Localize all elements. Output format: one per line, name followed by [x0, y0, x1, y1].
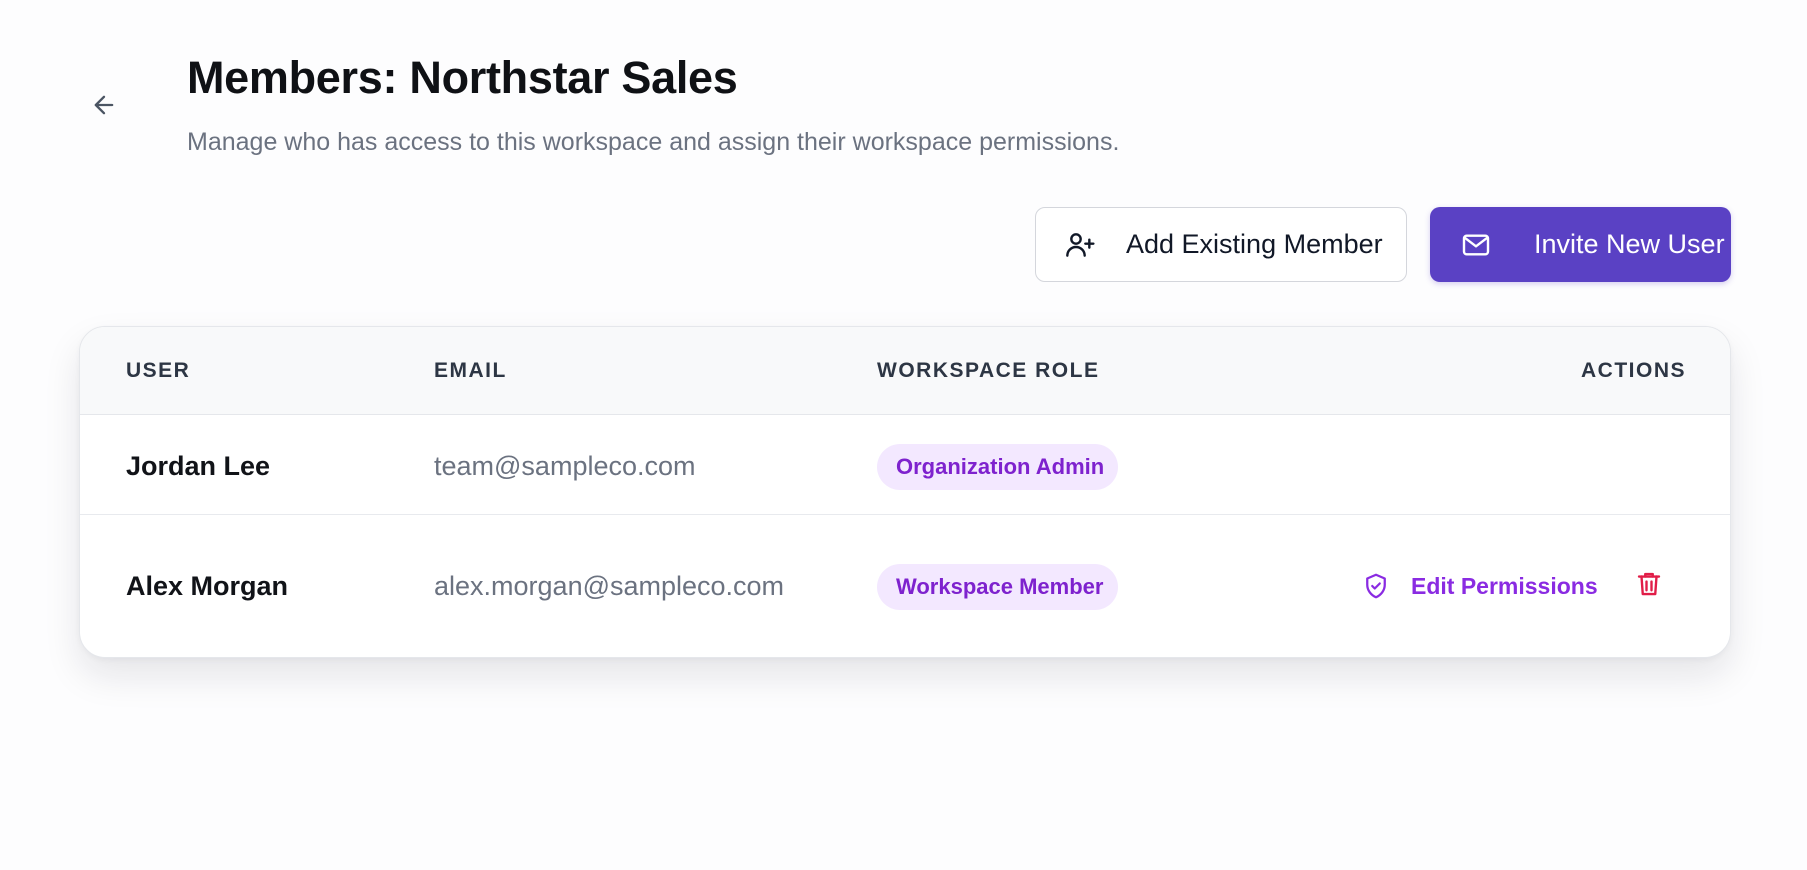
- members-page: Members: Northstar Sales Manage who has …: [0, 0, 1807, 870]
- back-button[interactable]: [82, 85, 126, 129]
- edit-permissions-label: Edit Permissions: [1411, 572, 1598, 599]
- add-existing-member-label: Add Existing Member: [1126, 229, 1383, 259]
- member-name: Jordan Lee: [126, 451, 271, 481]
- table-row: Alex Morgan alex.morgan@sampleco.com Wor…: [80, 516, 1730, 657]
- member-email: team@sampleco.com: [434, 451, 696, 481]
- table-row: Jordan Lee team@sampleco.com Organizatio…: [80, 415, 1730, 515]
- invite-new-user-label: Invite New User: [1534, 229, 1725, 259]
- arrow-left-icon: [90, 91, 118, 124]
- column-header-actions: ACTIONS: [1581, 359, 1686, 382]
- members-table: USER EMAIL WORKSPACE ROLE ACTIONS Jordan…: [79, 326, 1731, 658]
- page-title: Members: Northstar Sales: [187, 52, 738, 103]
- add-existing-member-button[interactable]: Add Existing Member: [1035, 207, 1407, 282]
- column-header-user: USER: [126, 359, 191, 382]
- edit-permissions-button[interactable]: Edit Permissions: [1361, 566, 1598, 606]
- role-badge: Workspace Member: [877, 564, 1118, 610]
- column-header-email: EMAIL: [434, 359, 507, 382]
- member-name: Alex Morgan: [126, 571, 289, 601]
- user-plus-icon: [1064, 229, 1096, 261]
- invite-new-user-button[interactable]: Invite New User: [1430, 207, 1731, 282]
- delete-member-button[interactable]: [1629, 566, 1669, 606]
- column-header-workspace-role: WORKSPACE ROLE: [877, 359, 1100, 382]
- table-header: USER EMAIL WORKSPACE ROLE ACTIONS: [80, 327, 1730, 415]
- role-badge: Organization Admin: [877, 444, 1118, 490]
- mail-icon: [1460, 229, 1492, 261]
- member-email: alex.morgan@sampleco.com: [434, 571, 785, 601]
- page-subtitle: Manage who has access to this workspace …: [187, 128, 1120, 156]
- shield-check-icon: [1361, 571, 1391, 601]
- trash-icon: [1634, 569, 1664, 604]
